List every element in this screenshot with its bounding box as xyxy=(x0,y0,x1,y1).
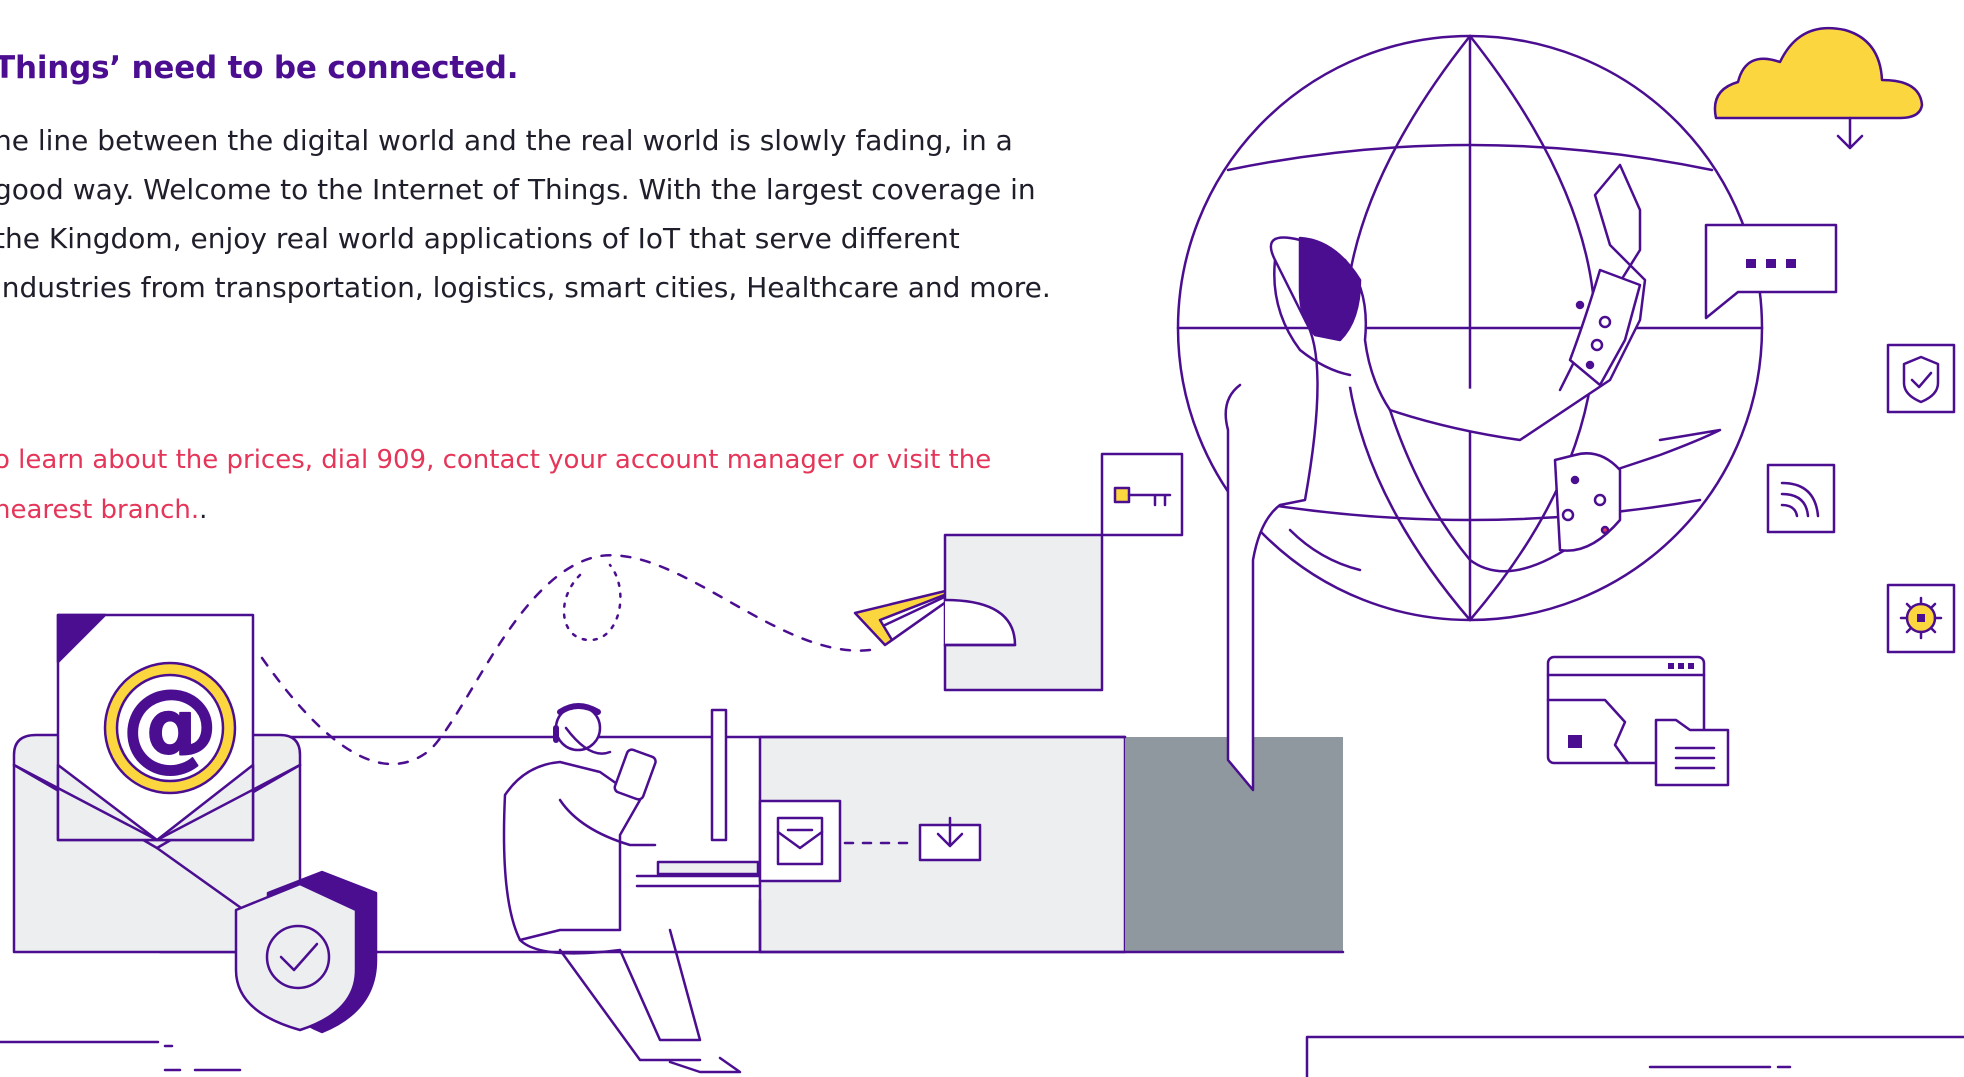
gear-icon xyxy=(1886,583,1956,654)
desk-workstation xyxy=(635,708,762,954)
wifi-signal-icon xyxy=(1766,463,1836,534)
cloud-download-icon xyxy=(1713,26,1924,150)
document-icon xyxy=(1654,718,1730,787)
key-icon xyxy=(1100,452,1184,537)
email-symbol: @ xyxy=(122,669,218,781)
decorative-lines xyxy=(0,1040,242,1072)
mail-box xyxy=(758,799,842,883)
bottom-frame xyxy=(1305,1035,1964,1077)
iot-illustration: @ xyxy=(0,26,1964,1077)
panel-box xyxy=(943,533,1104,692)
globe-illustration xyxy=(1176,34,1764,622)
support-agent xyxy=(502,703,742,1074)
shield-small-icon xyxy=(1886,343,1956,414)
